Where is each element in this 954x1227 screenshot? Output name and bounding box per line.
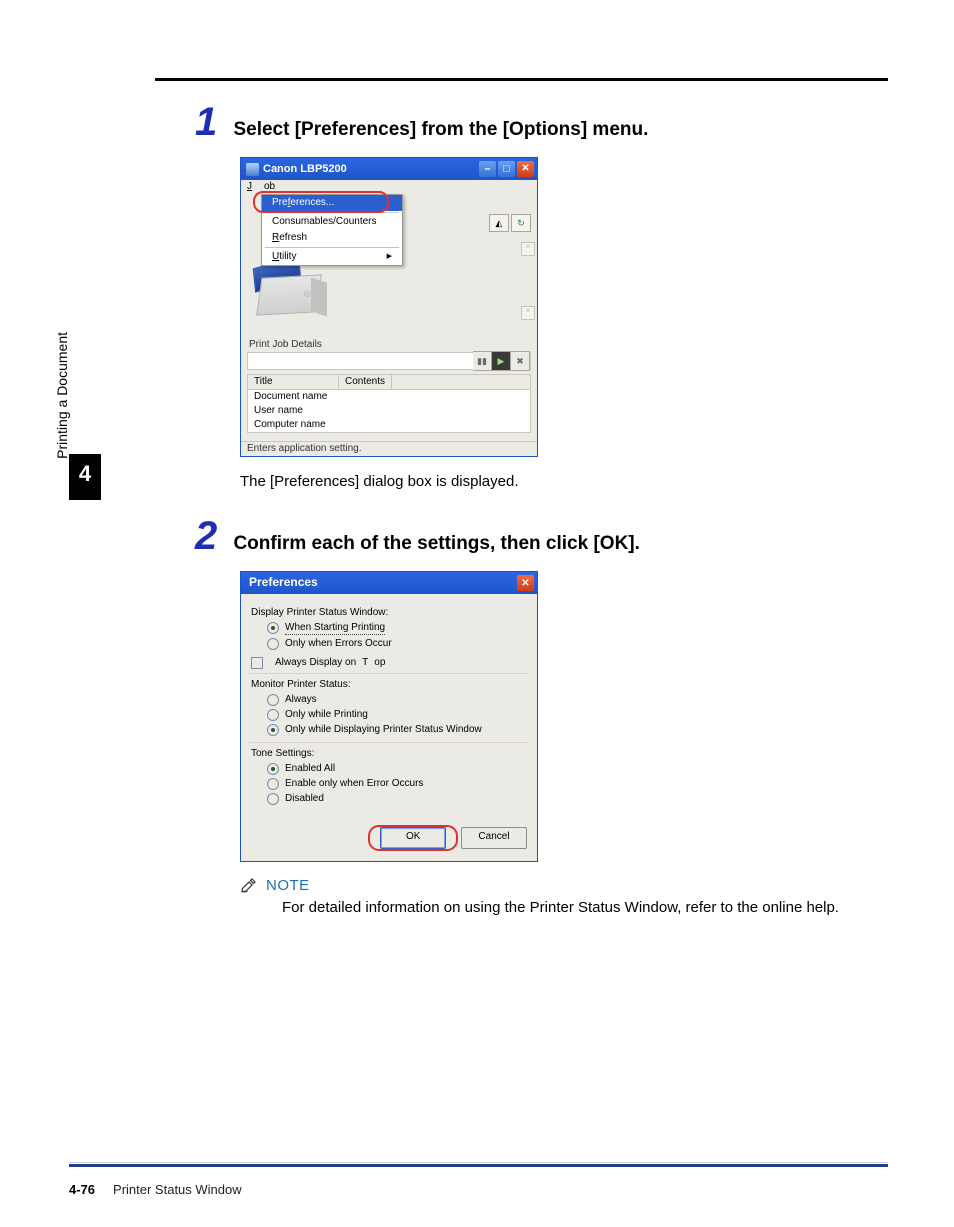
job-pause-button[interactable]: ▮▮ [473, 351, 492, 371]
toolbar-button-1[interactable]: ◭ [489, 214, 509, 232]
print-job-label: Print Job Details [241, 334, 537, 352]
scroll-up-icon: ˄ [521, 242, 535, 256]
job-details-table: Title Contents Document name User name C… [247, 374, 531, 433]
job-play-button[interactable]: ▶ [492, 351, 511, 371]
opt-only-errors[interactable]: Only when Errors Occur [267, 637, 527, 650]
group-monitor-label: Monitor Printer Status: [251, 678, 527, 691]
row-label: Document name [248, 390, 338, 404]
app-icon [246, 163, 259, 176]
menu-item-preferences[interactable]: Preferences... [262, 195, 402, 211]
table-row: Document name [248, 390, 530, 404]
note-block: NOTE For detailed information on using t… [240, 876, 884, 918]
radio-icon [267, 724, 279, 736]
step-2-number: 2 [195, 514, 229, 559]
ok-button[interactable]: OK [380, 827, 446, 849]
window-titlebar: Canon LBP5200 – □ ✕ [241, 158, 537, 180]
page-name: Printer Status Window [113, 1182, 242, 1197]
radio-icon [267, 793, 279, 805]
options-menu-dropdown: Preferences... Consumables/Counters Refr… [261, 194, 403, 266]
bottom-rule [69, 1162, 888, 1167]
table-header: Title Contents [248, 375, 530, 390]
step-1: 1 Select [Preferences] from the [Options… [195, 100, 884, 490]
group-tone-label: Tone Settings: [251, 747, 527, 760]
radio-icon [267, 638, 279, 650]
group-tone: Enabled All Enable only when Error Occur… [251, 762, 527, 805]
window-client-area: Preferences... Consumables/Counters Refr… [241, 194, 537, 334]
job-delete-button[interactable]: ✖ [511, 351, 530, 371]
col-title: Title [248, 375, 339, 389]
dialog-body: Display Printer Status Window: When Star… [241, 594, 537, 819]
col-contents: Contents [339, 375, 392, 389]
group-monitor: Always Only while Printing Only while Di… [251, 693, 527, 736]
chapter-tab: 4 [69, 454, 101, 500]
step-2-body: Preferences ✕ Display Printer Status Win… [240, 571, 884, 918]
toolbar-right: ◭ ↻ [489, 214, 531, 232]
window-title: Canon LBP5200 [263, 164, 475, 175]
toolbar-button-refresh[interactable]: ↻ [511, 214, 531, 232]
opt-always[interactable]: Always [267, 693, 527, 706]
page-number: 4-76 [69, 1182, 95, 1197]
step-1-body: Canon LBP5200 – □ ✕ Job Preferences... [240, 157, 884, 490]
menu-bar: Job [241, 180, 537, 194]
job-bar: ▮▮ ▶ ✖ [247, 352, 531, 370]
row-label: Computer name [248, 418, 338, 432]
cancel-button[interactable]: Cancel [461, 827, 527, 849]
radio-icon [267, 709, 279, 721]
menu-job[interactable]: Job [247, 181, 275, 192]
scroll-hint: ˄ ˅ [521, 242, 533, 320]
radio-icon [267, 694, 279, 706]
printer-brand-icon: ⊕ [303, 290, 311, 300]
screenshot-status-window: Canon LBP5200 – □ ✕ Job Preferences... [240, 157, 538, 457]
callout-ring-ok: OK [368, 825, 458, 851]
step-2-title: Confirm each of the settings, then click… [233, 533, 639, 554]
separator [249, 742, 529, 743]
screenshot-preferences-dialog: Preferences ✕ Display Printer Status Win… [240, 571, 538, 862]
table-row: User name [248, 404, 530, 418]
pencil-icon [240, 876, 258, 894]
page-content: 1 Select [Preferences] from the [Options… [195, 100, 884, 938]
job-controls: ▮▮ ▶ ✖ [473, 351, 530, 371]
separator [249, 673, 529, 674]
radio-icon [267, 763, 279, 775]
status-bar: Enters application setting. [241, 441, 537, 456]
maximize-button[interactable]: □ [498, 161, 515, 177]
checkbox-icon [251, 657, 263, 669]
opt-only-displaying[interactable]: Only while Displaying Printer Status Win… [267, 723, 527, 736]
menu-item-refresh[interactable]: Refresh [262, 230, 402, 246]
dialog-close-button[interactable]: ✕ [517, 575, 534, 591]
chapter-name-vertical: Printing a Document [54, 332, 70, 512]
top-rule [155, 78, 888, 81]
window-controls: – □ ✕ [479, 161, 534, 177]
step-1-number: 1 [195, 100, 229, 145]
opt-enable-error[interactable]: Enable only when Error Occurs [267, 777, 527, 790]
dialog-titlebar: Preferences ✕ [241, 572, 537, 594]
close-button[interactable]: ✕ [517, 161, 534, 177]
chk-always-top[interactable]: Always Display on Top [251, 656, 527, 669]
radio-icon [267, 778, 279, 790]
menu-item-consumables[interactable]: Consumables/Counters [262, 214, 402, 230]
step-1-caption: The [Preferences] dialog box is displaye… [240, 473, 884, 490]
step-1-title: Select [Preferences] from the [Options] … [233, 119, 648, 140]
row-label: User name [248, 404, 338, 418]
dialog-title: Preferences [249, 575, 517, 591]
group-display-label: Display Printer Status Window: [251, 606, 527, 619]
minimize-button[interactable]: – [479, 161, 496, 177]
menu-item-utility[interactable]: Utility [262, 249, 402, 265]
opt-enabled-all[interactable]: Enabled All [267, 762, 527, 775]
note-label: NOTE [266, 877, 310, 894]
scroll-down-icon: ˅ [521, 306, 535, 320]
note-heading: NOTE [240, 876, 884, 894]
opt-disabled[interactable]: Disabled [267, 792, 527, 805]
page-footer: 4-76 Printer Status Window [69, 1182, 242, 1197]
radio-icon [267, 622, 279, 634]
opt-when-starting[interactable]: When Starting Printing [267, 621, 527, 635]
chapter-number: 4 [69, 462, 101, 486]
group-display: When Starting Printing Only when Errors … [251, 621, 527, 650]
step-2: 2 Confirm each of the settings, then cli… [195, 514, 884, 918]
opt-only-printing[interactable]: Only while Printing [267, 708, 527, 721]
dialog-buttons: OK Cancel [241, 819, 537, 861]
note-text: For detailed information on using the Pr… [282, 898, 884, 918]
table-row: Computer name [248, 418, 530, 432]
